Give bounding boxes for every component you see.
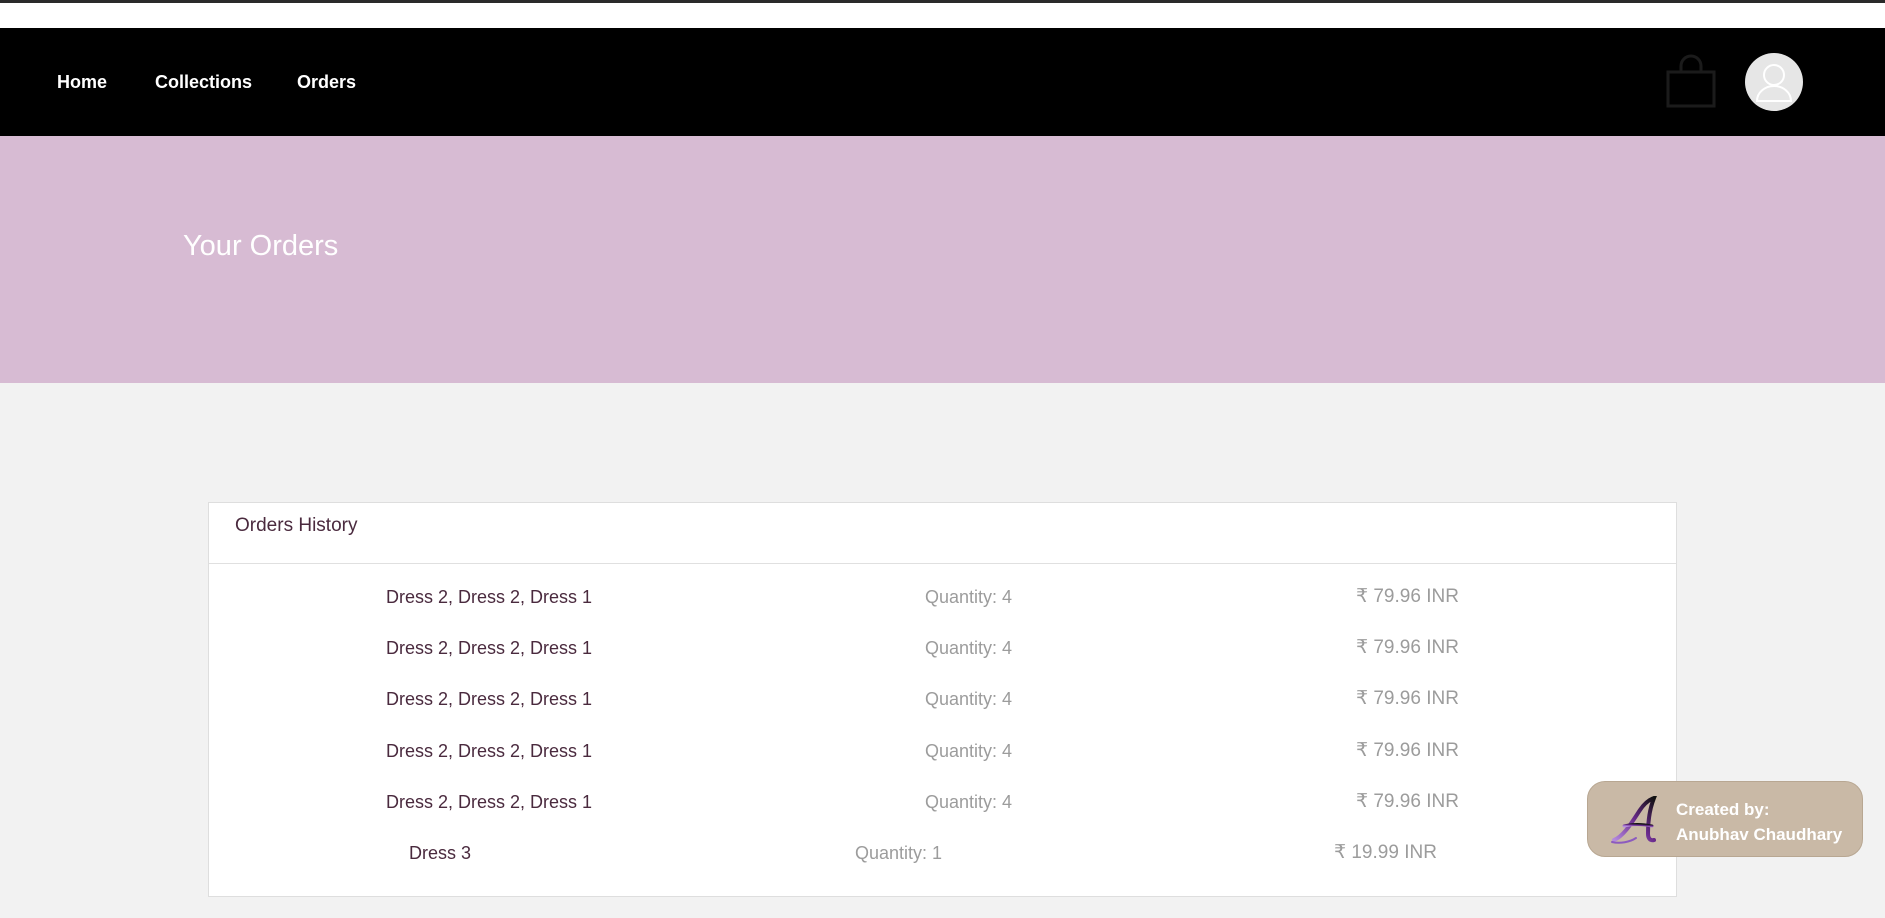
user-avatar-icon[interactable] xyxy=(1745,53,1803,111)
card-title: Orders History xyxy=(235,515,358,536)
order-items: Dress 2, Dress 2, Dress 1 xyxy=(386,587,593,607)
page-title: Your Orders xyxy=(183,230,339,262)
browser-top-strip xyxy=(0,0,1885,28)
order-items: Dress 3 xyxy=(409,843,472,863)
nav-link-collections[interactable]: Collections xyxy=(155,72,252,93)
order-price: ₹ 79.96 INR xyxy=(1356,586,1459,607)
order-quantity: Quantity: 4 xyxy=(925,638,1013,658)
nav-link-orders[interactable]: Orders xyxy=(297,72,356,93)
order-row: Dress 2, Dress 2, Dress 1 Quantity: 4 ₹ … xyxy=(209,740,1676,781)
order-quantity: Quantity: 4 xyxy=(925,792,1013,812)
credit-label: Created by: xyxy=(1676,800,1770,819)
order-quantity: Quantity: 4 xyxy=(925,587,1013,607)
order-row: Dress 2, Dress 2, Dress 1 Quantity: 4 ₹ … xyxy=(209,586,1676,627)
card-header: Orders History xyxy=(209,503,1676,564)
creator-credit-badge[interactable]: Created by: Anubhav Chaudhary xyxy=(1587,781,1863,857)
order-row: Dress 2, Dress 2, Dress 1 Quantity: 4 ₹ … xyxy=(209,688,1676,729)
shopping-bag-icon[interactable] xyxy=(1665,52,1717,110)
credit-text: Created by: Anubhav Chaudhary xyxy=(1676,797,1842,847)
order-row: Dress 3 Quantity: 1 ₹ 19.99 INR xyxy=(209,842,1676,883)
order-items: Dress 2, Dress 2, Dress 1 xyxy=(386,638,593,658)
credit-author: Anubhav Chaudhary xyxy=(1676,825,1843,844)
nav-link-home[interactable]: Home xyxy=(57,72,107,93)
order-price: ₹ 79.96 INR xyxy=(1356,688,1459,709)
order-quantity: Quantity: 1 xyxy=(855,843,943,863)
order-items: Dress 2, Dress 2, Dress 1 xyxy=(386,689,593,709)
order-items: Dress 2, Dress 2, Dress 1 xyxy=(386,792,593,812)
hero-banner: Your Orders xyxy=(0,136,1885,383)
order-row: Dress 2, Dress 2, Dress 1 Quantity: 4 ₹ … xyxy=(209,637,1676,678)
order-quantity: Quantity: 4 xyxy=(925,741,1013,761)
order-price: ₹ 79.96 INR xyxy=(1356,637,1459,658)
letter-a-logo xyxy=(1610,794,1666,846)
navbar: Home Collections Orders xyxy=(0,28,1885,136)
order-row: Dress 2, Dress 2, Dress 1 Quantity: 4 ₹ … xyxy=(209,791,1676,832)
order-price: ₹ 79.96 INR xyxy=(1356,791,1459,812)
order-price: ₹ 79.96 INR xyxy=(1356,740,1459,761)
orders-history-card: Orders History Dress 2, Dress 2, Dress 1… xyxy=(208,502,1677,897)
order-quantity: Quantity: 4 xyxy=(925,689,1013,709)
order-price: ₹ 19.99 INR xyxy=(1334,842,1437,863)
order-items: Dress 2, Dress 2, Dress 1 xyxy=(386,741,593,761)
